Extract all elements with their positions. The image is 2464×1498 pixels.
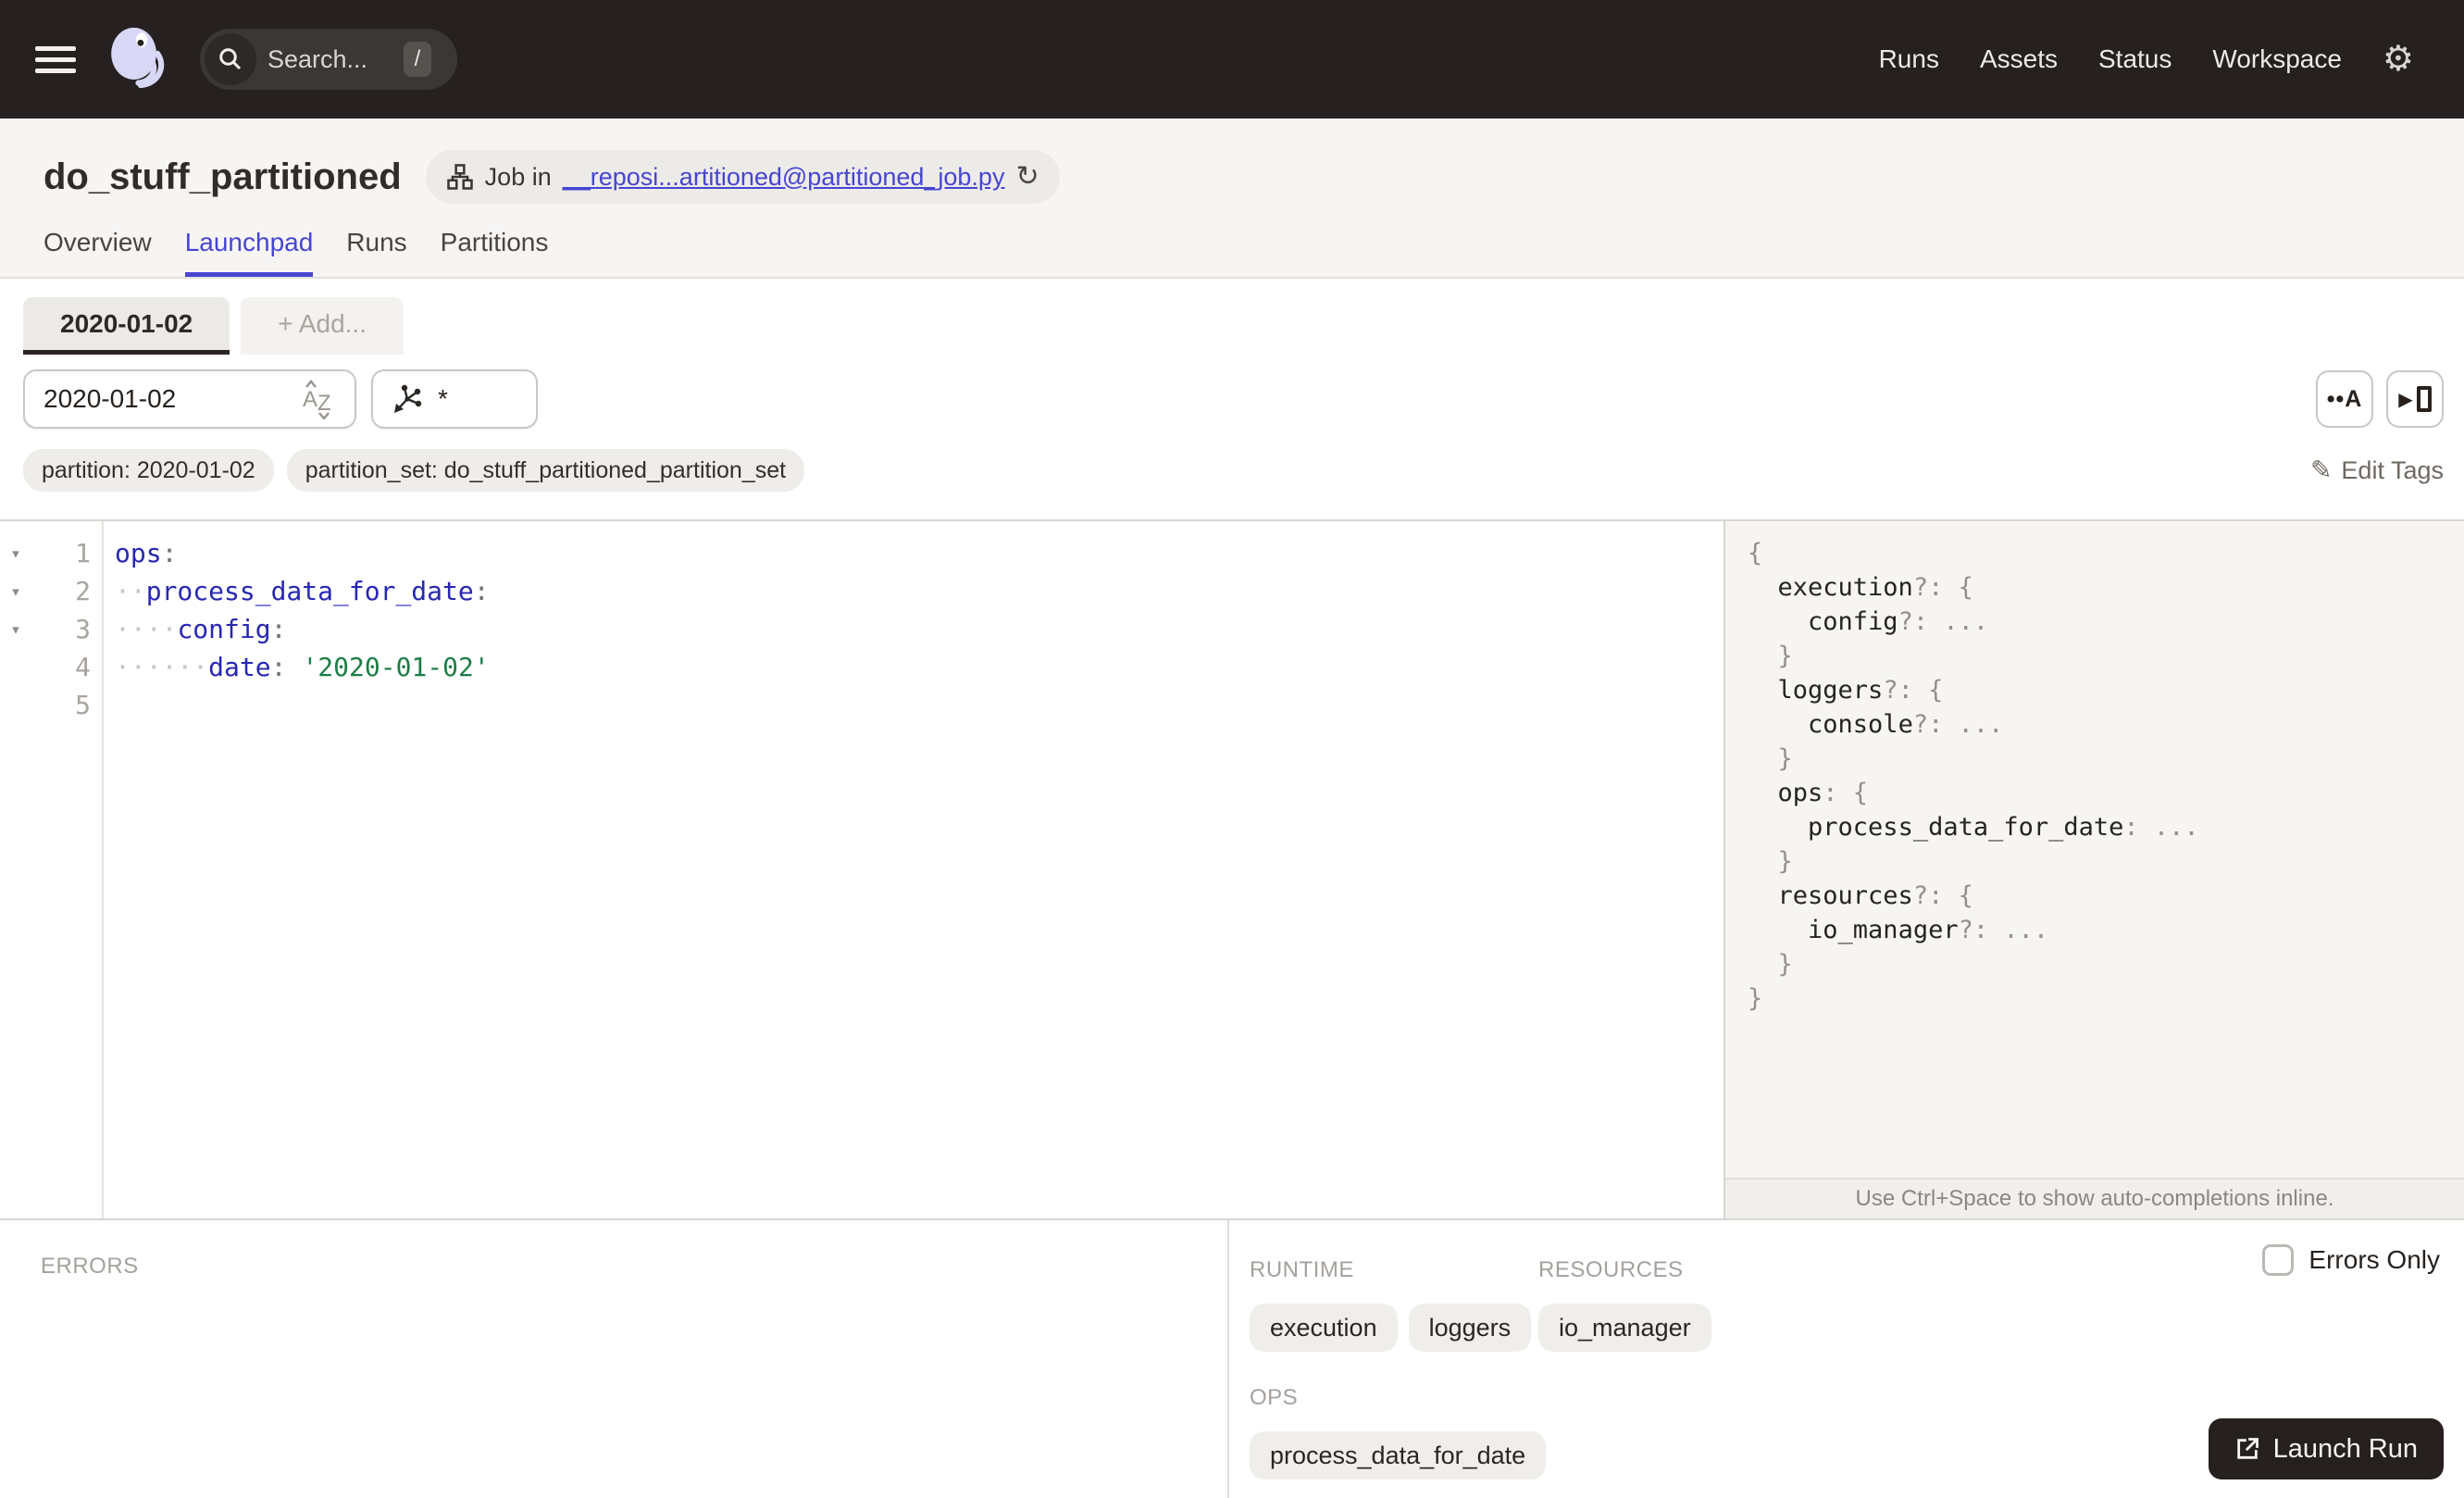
top-nav: / Runs Assets Status Workspace ⚙ — [0, 0, 2464, 119]
search-input[interactable] — [268, 44, 406, 74]
autocomplete-button[interactable]: ••A — [2316, 370, 2373, 428]
line-number: 1 — [75, 538, 91, 568]
line-number: 5 — [75, 690, 91, 720]
edit-tags-button[interactable]: ✎ Edit Tags — [2310, 456, 2444, 485]
fold-arrow-icon[interactable]: ▾ — [0, 543, 31, 564]
autocomplete-hint: Use Ctrl+Space to show auto-completions … — [1725, 1178, 2464, 1218]
schema-line: } — [1777, 847, 1793, 876]
launch-run-button[interactable]: Launch Run — [2208, 1418, 2444, 1479]
svg-text:Z: Z — [317, 391, 331, 416]
schema-line: resources?: { — [1777, 881, 1973, 910]
launch-run-label: Launch Run — [2272, 1433, 2418, 1464]
config-schema-panel: { execution?: { config?: ... } loggers?:… — [1724, 521, 2464, 1218]
job-badge-prefix: Job in — [484, 162, 552, 191]
editor-code[interactable]: ops: ··process_data_for_date: ····config… — [104, 521, 1724, 1218]
tag-partition-set: partition_set: do_stuff_partitioned_part… — [286, 449, 805, 492]
runtime-group: RUNTIME execution loggers — [1250, 1257, 1538, 1352]
fold-arrow-icon[interactable]: ▾ — [0, 619, 31, 640]
fold-arrow-icon[interactable]: ▾ — [0, 581, 31, 602]
errors-label: ERRORS — [41, 1254, 139, 1279]
slash-shortcut-badge: / — [404, 42, 431, 77]
global-search[interactable]: / — [200, 29, 457, 90]
ops-label: OPS — [1250, 1385, 1299, 1410]
nav-link-workspace[interactable]: Workspace — [2212, 44, 2342, 74]
errors-only-toggle[interactable]: Errors Only — [2262, 1244, 2440, 1276]
op-selector-value: * — [438, 384, 448, 413]
editor-gutter: ▾ 1 ▾ 2 ▾ 3 4 5 — [0, 521, 104, 1218]
schema-line: } — [1777, 744, 1793, 773]
add-config-tab-button[interactable]: + Add... — [241, 297, 404, 355]
panel-toggle-icon: ▶ — [2398, 386, 2432, 412]
schema-line: process_data_for_date: ... — [1808, 813, 2199, 842]
code-line: ops: — [115, 538, 178, 568]
config-tab-partition[interactable]: 2020-01-02 — [23, 297, 230, 355]
schema-tree: { execution?: { config?: ... } loggers?:… — [1725, 521, 2464, 1178]
line-number: 2 — [75, 576, 91, 606]
resources-label: RESOURCES — [1538, 1257, 1684, 1282]
refresh-icon[interactable]: ↻ — [1015, 163, 1039, 191]
code-line: ······date: '2020-01-02' — [115, 652, 490, 682]
tab-launchpad[interactable]: Launchpad — [184, 228, 314, 277]
resources-group: RESOURCES io_manager — [1538, 1257, 1711, 1352]
hamburger-menu-icon[interactable] — [35, 40, 76, 80]
schema-line: console?: ... — [1808, 710, 2004, 739]
job-header: do_stuff_partitioned Job in __reposi...a… — [0, 119, 2464, 279]
nav-link-runs[interactable]: Runs — [1879, 44, 1939, 74]
dagster-logo[interactable] — [100, 23, 172, 95]
nav-link-assets[interactable]: Assets — [1980, 44, 2058, 74]
tab-overview[interactable]: Overview — [44, 228, 152, 277]
ops-group: OPS process_data_for_date — [1250, 1385, 1547, 1479]
errors-only-checkbox[interactable] — [2262, 1244, 2295, 1276]
partition-select-value: 2020-01-02 — [44, 384, 177, 413]
job-tabs: Overview Launchpad Runs Partitions — [44, 228, 2464, 277]
bottom-panel: ERRORS RUNTIME execution loggers RESOURC… — [0, 1218, 2464, 1498]
config-editor[interactable]: ▾ 1 ▾ 2 ▾ 3 4 5 ops: ··process_data_for_dat… — [0, 521, 1724, 1218]
runtime-tag-execution[interactable]: execution — [1250, 1304, 1398, 1352]
schema-line: io_manager?: ... — [1808, 916, 2049, 944]
runtime-tag-loggers[interactable]: loggers — [1408, 1304, 1532, 1352]
line-number: 4 — [75, 652, 91, 682]
schema-line: loggers?: { — [1777, 676, 1944, 705]
tab-partitions[interactable]: Partitions — [441, 228, 549, 277]
line-number: 3 — [75, 614, 91, 644]
tab-runs[interactable]: Runs — [346, 228, 406, 277]
runtime-label: RUNTIME — [1250, 1257, 1354, 1282]
toggle-schema-panel-button[interactable]: ▶ — [2386, 370, 2444, 428]
search-icon — [205, 33, 256, 85]
code-line: ····config: — [115, 614, 287, 644]
resource-tag-io-manager[interactable]: io_manager — [1538, 1304, 1711, 1352]
schema-line: { — [1748, 539, 1763, 568]
errors-only-label: Errors Only — [2308, 1245, 2440, 1274]
job-origin-badge: Job in __reposi...artitioned@partitioned… — [425, 150, 1060, 204]
schema-line: ops: { — [1777, 779, 1869, 807]
launchpad-controls: 2020-01-02 + Add... 2020-01-02 A Z * ••A… — [0, 279, 2464, 519]
schema-line: } — [1777, 642, 1793, 670]
gear-icon[interactable]: ⚙ — [2383, 42, 2414, 77]
code-line: ··process_data_for_date: — [115, 576, 490, 606]
page-title: do_stuff_partitioned — [44, 156, 402, 197]
svg-text:A: A — [303, 387, 317, 412]
autocomplete-icon: ••A — [2326, 385, 2363, 412]
errors-section: ERRORS — [0, 1220, 1229, 1498]
schema-line: } — [1748, 984, 1763, 1013]
schema-line: config?: ... — [1808, 607, 1989, 636]
op-selector[interactable]: * — [371, 369, 538, 429]
job-icon — [446, 164, 473, 190]
edit-tags-label: Edit Tags — [2341, 456, 2444, 484]
partition-select[interactable]: 2020-01-02 A Z — [23, 369, 356, 429]
sort-az-icon: A Z — [303, 380, 331, 419]
op-graph-icon — [394, 384, 422, 413]
repository-link[interactable]: __reposi...artitioned@partitioned_job.py — [563, 163, 1005, 192]
tag-partition: partition: 2020-01-02 — [23, 449, 274, 492]
pencil-icon: ✎ — [2309, 456, 2333, 484]
schema-line: } — [1777, 950, 1793, 979]
op-tag-process-data-for-date[interactable]: process_data_for_date — [1250, 1431, 1547, 1479]
nav-link-status[interactable]: Status — [2098, 44, 2172, 74]
schema-line: execution?: { — [1777, 573, 1973, 602]
launch-icon — [2236, 1438, 2259, 1459]
